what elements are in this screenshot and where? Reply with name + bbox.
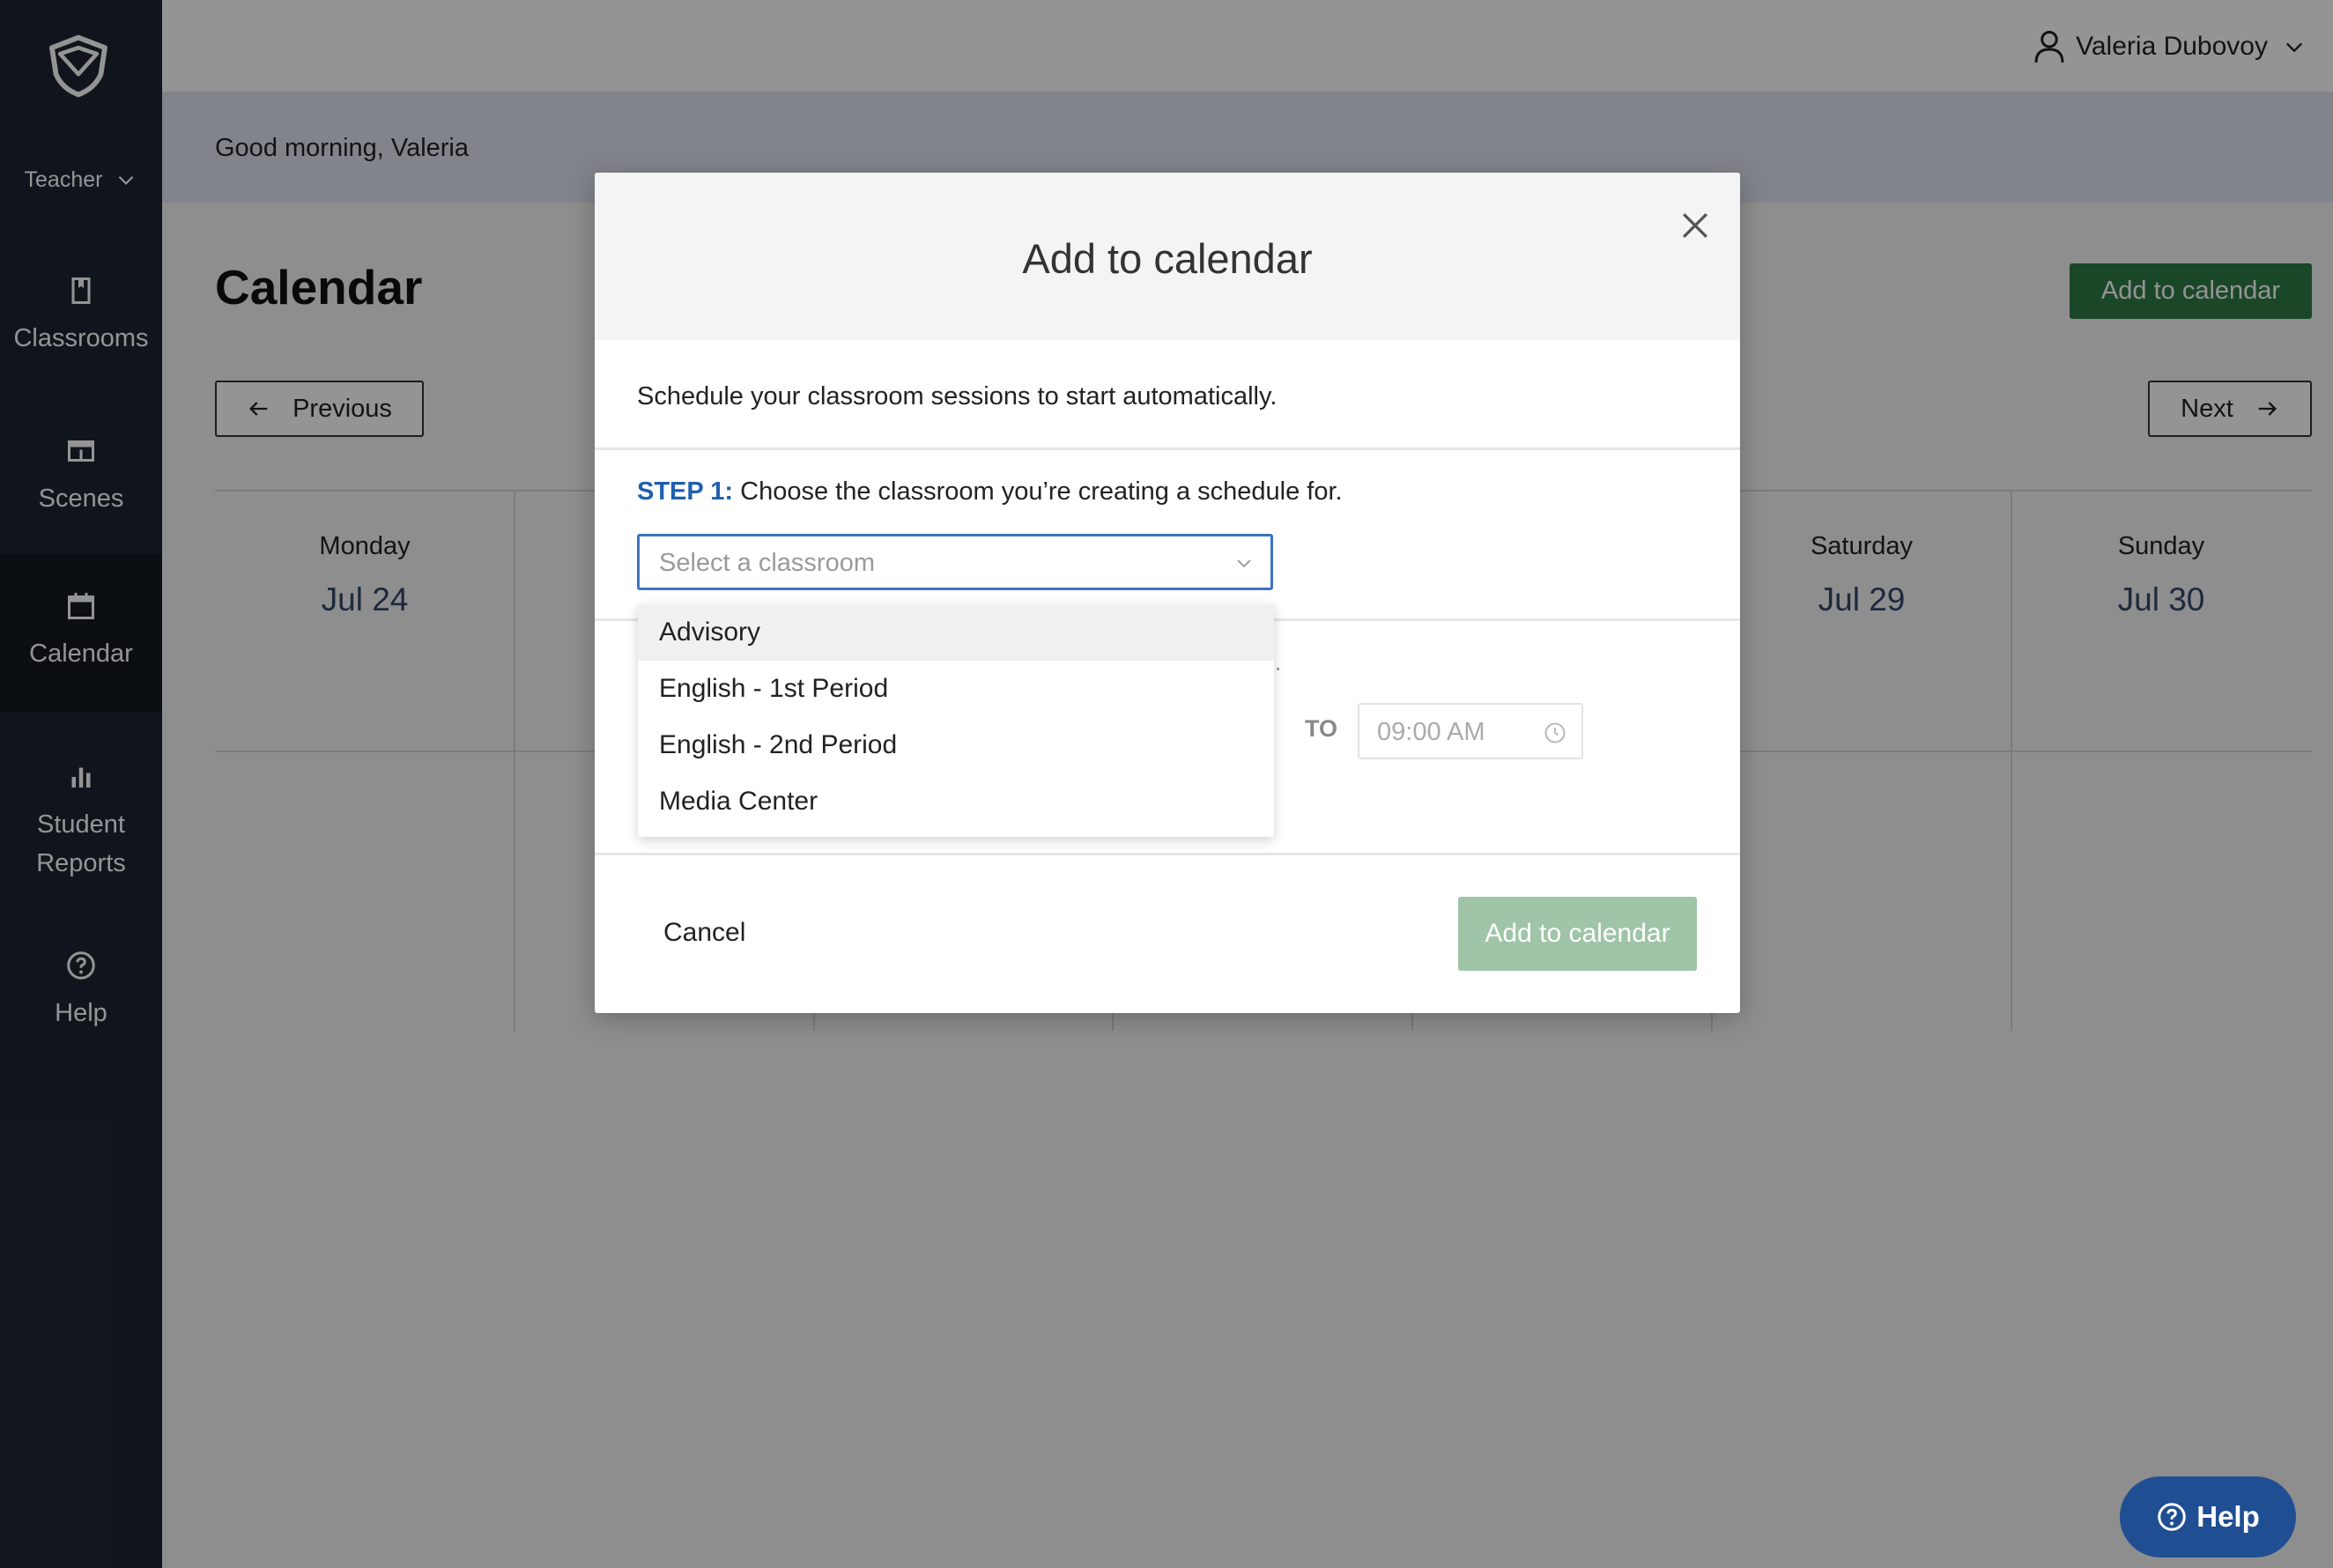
classroom-select[interactable]: Select a classroom xyxy=(637,534,1273,590)
help-circle-icon xyxy=(2158,1503,2186,1531)
dropdown-option-advisory[interactable]: Advisory xyxy=(638,604,1274,661)
modal-header: Add to calendar xyxy=(595,173,1740,340)
section-divider xyxy=(595,447,1740,450)
close-icon[interactable] xyxy=(1676,206,1715,245)
modal-intro-text: Schedule your classroom sessions to star… xyxy=(637,382,1278,410)
add-to-calendar-modal: Add to calendar Schedule your classroom … xyxy=(595,173,1740,1013)
step1-label: STEP 1: xyxy=(637,477,734,506)
clock-icon xyxy=(1544,722,1566,743)
dropdown-option-english-2nd-period[interactable]: English - 2nd Period xyxy=(638,717,1274,773)
dropdown-option-media-center[interactable]: Media Center xyxy=(638,773,1274,830)
modal-title: Add to calendar xyxy=(1022,235,1313,282)
to-label: TO xyxy=(1305,715,1338,742)
classroom-select-placeholder: Select a classroom xyxy=(659,549,875,577)
classroom-dropdown-list: Advisory English - 1st Period English - … xyxy=(638,604,1274,837)
end-time-value: 09:00 AM xyxy=(1377,718,1485,746)
end-time-input[interactable]: 09:00 AM xyxy=(1358,703,1583,759)
chevron-down-icon xyxy=(1237,559,1251,568)
cancel-button[interactable]: Cancel xyxy=(663,918,745,948)
section-divider xyxy=(595,853,1740,855)
dropdown-option-english-1st-period[interactable]: English - 1st Period xyxy=(638,661,1274,717)
submit-add-to-calendar-button[interactable]: Add to calendar xyxy=(1458,897,1697,971)
step1-heading: STEP 1: Choose the classroom you’re crea… xyxy=(637,477,1343,507)
help-chat-label: Help xyxy=(2196,1500,2260,1533)
step1-text: Choose the classroom you’re creating a s… xyxy=(733,477,1343,506)
help-chat-button[interactable]: Help xyxy=(2120,1476,2296,1557)
